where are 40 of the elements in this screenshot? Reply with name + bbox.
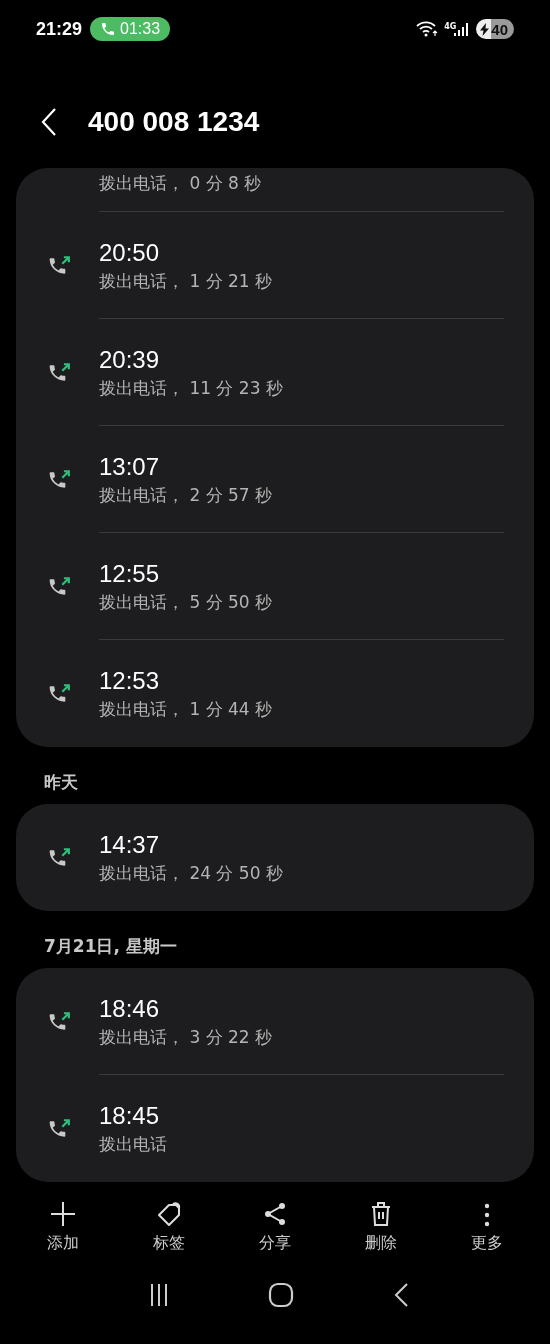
contact-number: 400 008 1234 — [88, 106, 260, 138]
call-detail: 拨出电话， 1 分 21 秒 — [99, 269, 274, 293]
toolbar-button[interactable]: 标签 — [145, 1197, 193, 1258]
call-time: 20:39 — [99, 344, 161, 375]
call-detail: 拨出电话， 0 分 8 秒 — [99, 172, 263, 195]
call-time: 14:37 — [99, 829, 161, 860]
call-detail: 拨出电话 — [99, 1132, 168, 1156]
call-detail: 拨出电话， 3 分 22 秒 — [99, 1025, 274, 1049]
toolbar-button[interactable]: 分享 — [251, 1197, 299, 1258]
recents-icon[interactable] — [149, 1282, 170, 1308]
network-type: 4G — [444, 22, 457, 31]
section-header: 7月21日, 星期一 — [43, 935, 178, 958]
clock-time: 21:29 — [36, 18, 83, 40]
call-time: 12:55 — [99, 558, 161, 589]
phone-icon — [100, 21, 117, 37]
plus-icon — [50, 1201, 76, 1227]
call-time: 12:53 — [99, 665, 161, 696]
toolbar-button[interactable]: 更多 — [463, 1198, 511, 1258]
share-icon — [262, 1201, 288, 1227]
tag-icon — [156, 1201, 182, 1227]
home-icon[interactable] — [268, 1282, 294, 1308]
signal-icon — [454, 22, 471, 36]
toolbar-button[interactable]: 添加 — [39, 1197, 87, 1258]
call-time: 18:46 — [99, 993, 161, 1024]
call-time: 18:45 — [99, 1100, 161, 1131]
toolbar-button[interactable]: 删除 — [357, 1197, 405, 1258]
wifi-icon — [416, 21, 439, 37]
call-detail: 拨出电话， 1 分 44 秒 — [99, 697, 274, 721]
call-detail: 拨出电话， 2 分 57 秒 — [99, 483, 274, 507]
section-header: 昨天 — [43, 771, 79, 794]
call-detail: 拨出电话， 11 分 23 秒 — [99, 376, 284, 400]
call-time: 13:07 — [99, 451, 161, 482]
bolt-icon — [480, 22, 490, 36]
more-icon — [484, 1203, 490, 1227]
call-detail: 拨出电话， 24 分 50 秒 — [99, 861, 284, 885]
call-detail: 拨出电话， 5 分 50 秒 — [99, 590, 274, 614]
back-icon[interactable] — [40, 107, 58, 137]
call-time: 20:50 — [99, 237, 161, 268]
back-icon[interactable] — [392, 1282, 411, 1308]
battery-indicator: 40 — [476, 19, 514, 39]
